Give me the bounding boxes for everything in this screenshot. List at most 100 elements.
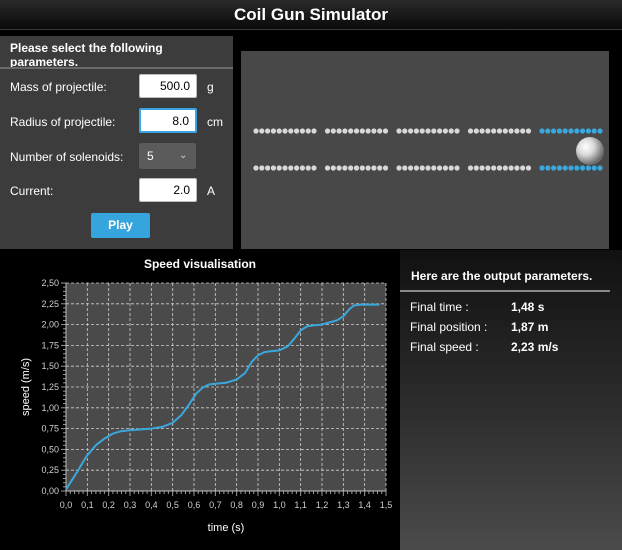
coil-dot: [454, 128, 460, 134]
speed-chart-panel: 0,0 0,1 0,2 0,3 0,4 0,5 0,6 0,7 0,8 0,9 1,0 1,1 1,2 1…: [0, 250, 400, 550]
coil-dot: [330, 165, 336, 171]
coil-dot: [508, 128, 514, 134]
output-panel: Here are the output parameters. Final ti…: [400, 250, 622, 550]
coil-dot: [502, 165, 508, 171]
y-axis-label: speed (m/s): [20, 358, 32, 416]
y-tick-label: 0,25: [41, 465, 59, 475]
x-tick-label: 1,5: [380, 500, 393, 510]
x-tick-label: 0,8: [230, 500, 243, 510]
coil-dot: [288, 128, 294, 134]
coil-dot: [305, 165, 311, 171]
coil-dot: [514, 128, 520, 134]
coil-dot: [496, 128, 503, 134]
coil-dot: [597, 165, 603, 171]
mass-input[interactable]: [139, 74, 197, 98]
coil-dot: [396, 165, 402, 171]
coil-dot: [305, 128, 311, 134]
coil-dot: [365, 165, 371, 171]
coil-dot: [419, 128, 425, 134]
coil-dot: [353, 165, 360, 171]
current-input[interactable]: [139, 178, 197, 202]
projectile: [576, 137, 604, 165]
coil-dot: [551, 128, 557, 134]
coil-dot: [396, 128, 402, 134]
coil-dot: [479, 165, 485, 171]
coil-dot: [259, 128, 265, 134]
coil-dot: [377, 165, 383, 171]
solenoid-4: [467, 128, 532, 171]
coil-dot: [431, 128, 437, 134]
coil-dot: [580, 165, 586, 171]
coil-dot: [294, 165, 300, 171]
coil-dot: [508, 165, 514, 171]
y-tick-label: 1,00: [41, 403, 59, 413]
play-button[interactable]: Play: [91, 213, 150, 238]
x-tick-label: 0,0: [60, 500, 73, 510]
coil-dot: [525, 128, 532, 134]
coil-dot: [270, 128, 276, 134]
final-speed-value: 2,23 m/s: [511, 340, 559, 354]
x-tick-label: 0,5: [166, 500, 179, 510]
coil-dot: [342, 128, 348, 134]
mass-label: Mass of projectile:: [10, 80, 107, 94]
coil-dot: [539, 165, 545, 171]
coil-dot: [382, 128, 389, 134]
coil-dot: [425, 165, 431, 171]
coil-dot: [324, 128, 331, 134]
coil-dot: [562, 165, 568, 171]
coil-dot: [299, 165, 305, 171]
x-tick-label: 1,2: [316, 500, 329, 510]
coil-dot: [485, 128, 491, 134]
y-tick-label: 0,50: [41, 444, 59, 454]
y-tick-label: 2,00: [41, 320, 59, 330]
coil-dot: [556, 128, 562, 134]
coil-dot: [330, 128, 336, 134]
coil-dot: [551, 165, 557, 171]
coil-dot: [359, 128, 365, 134]
coil-dot: [270, 165, 276, 171]
solenoids-select[interactable]: 5 ⌄: [139, 143, 196, 169]
coil-dot: [491, 165, 497, 171]
y-tick-label: 0,00: [41, 486, 59, 496]
coil-dot: [473, 128, 479, 134]
coil-dot: [539, 128, 545, 134]
radius-input[interactable]: [139, 108, 197, 133]
coil-dot: [336, 128, 342, 134]
coil-dot: [525, 165, 532, 171]
simulation-view: [241, 51, 609, 249]
coil-dot: [580, 128, 586, 134]
x-tick-label: 0,9: [252, 500, 265, 510]
coil-dot: [402, 128, 408, 134]
mass-unit: g: [207, 80, 214, 94]
coil-dot: [353, 128, 360, 134]
coil-dot: [442, 165, 448, 171]
coil-dot: [425, 128, 431, 134]
coil-dot: [574, 128, 580, 134]
coil-dot: [382, 165, 389, 171]
coil-dot: [276, 165, 282, 171]
parameters-panel: Please select the following parameters. …: [0, 36, 233, 249]
parameters-divider: [0, 67, 233, 69]
coil-dot: [545, 128, 551, 134]
solenoid-2: [324, 128, 389, 171]
y-tick-label: 2,50: [41, 278, 59, 288]
x-tick-label: 0,3: [124, 500, 137, 510]
x-tick-label: 0,6: [188, 500, 201, 510]
coil-dot: [545, 165, 551, 171]
radius-label: Radius of projectile:: [10, 115, 116, 129]
coil-dot: [408, 165, 414, 171]
coil-dot: [520, 165, 526, 171]
solenoid-1: [253, 128, 317, 171]
y-tick-label: 0,75: [41, 424, 59, 434]
coil-dot: [437, 128, 443, 134]
coil-dot: [413, 165, 419, 171]
x-tick-label: 1,4: [358, 500, 371, 510]
coil-dot: [437, 165, 443, 171]
coil-gun-canvas: [253, 128, 604, 171]
coil-dot: [265, 165, 271, 171]
y-tick-label: 1,25: [41, 382, 59, 392]
chart-title: Speed visualisation: [144, 257, 256, 271]
coil-dot: [259, 165, 265, 171]
solenoid-3: [396, 128, 460, 171]
solenoids-select-value: 5: [147, 149, 154, 163]
